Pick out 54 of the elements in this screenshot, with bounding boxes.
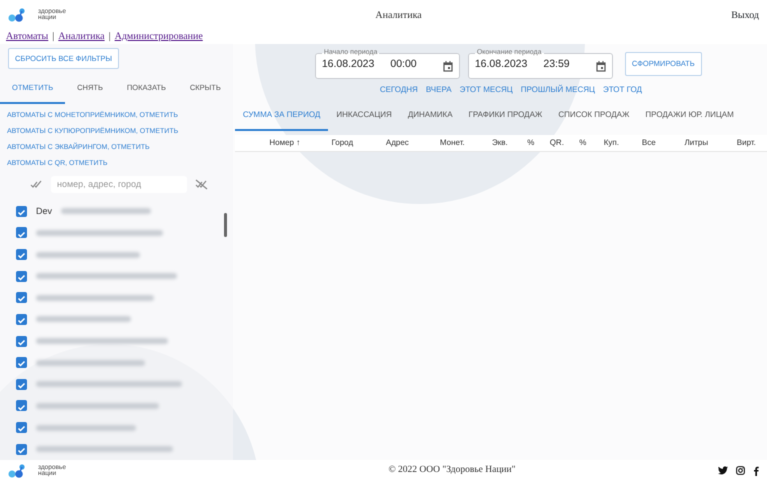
- facebook-icon[interactable]: [753, 466, 759, 476]
- time-value: 23:59: [543, 57, 570, 72]
- double-check-icon[interactable]: [30, 180, 43, 188]
- nav-link-item[interactable]: Аналитика: [58, 31, 105, 42]
- period-preset-link[interactable]: ПРОШЛЫЙ МЕСЯЦ: [520, 84, 595, 96]
- time-value: 00:00: [390, 57, 417, 72]
- checkbox[interactable]: [16, 336, 27, 347]
- column-header[interactable]: Монет.: [424, 136, 480, 149]
- column-header[interactable]: QR.: [542, 136, 572, 149]
- column-header[interactable]: Адрес: [370, 136, 425, 149]
- column-header[interactable]: Номер ↑: [234, 136, 315, 149]
- checkbox[interactable]: [16, 227, 27, 238]
- checkbox[interactable]: [16, 270, 27, 282]
- date-value: 16.08.2023: [474, 57, 528, 72]
- report-tab[interactable]: ДИНАМИКА: [400, 108, 461, 131]
- column-header[interactable]: Город: [314, 136, 370, 149]
- page-title: Аналитика: [375, 8, 422, 22]
- checkbox[interactable]: [16, 444, 27, 455]
- logout-link[interactable]: Выход: [731, 8, 759, 22]
- twitter-icon[interactable]: [718, 466, 728, 475]
- separator: |: [51, 31, 56, 42]
- report-tab[interactable]: СУММА ЗА ПЕРИОД: [234, 108, 328, 131]
- copyright-text: © 2022 ООО "Здоровье Нации": [388, 464, 516, 478]
- calendar-icon[interactable]: [596, 61, 606, 72]
- uncheck-all-icon[interactable]: [195, 178, 208, 190]
- column-header[interactable]: Вирт.: [724, 136, 767, 149]
- checkbox[interactable]: [16, 357, 27, 368]
- nav-link-item[interactable]: Автоматы: [6, 31, 48, 42]
- instagram-icon[interactable]: [736, 466, 745, 475]
- machine-label: Dev: [36, 204, 52, 218]
- period-preset-link[interactable]: ВЧЕРА: [426, 84, 452, 96]
- column-header[interactable]: Все: [628, 136, 669, 149]
- date-value: 16.08.2023: [322, 57, 374, 72]
- column-header[interactable]: %: [572, 136, 594, 149]
- column-header[interactable]: %: [520, 136, 542, 149]
- checkbox[interactable]: [16, 292, 27, 304]
- search-field[interactable]: номер, адрес, город: [51, 176, 187, 192]
- nav-link-item[interactable]: Администрирование: [114, 31, 203, 42]
- checkbox[interactable]: [16, 400, 27, 412]
- report-tab[interactable]: ГРАФИКИ ПРОДАЖ: [460, 108, 550, 131]
- checkbox[interactable]: [16, 422, 27, 434]
- report-tab[interactable]: ПРОДАЖИ ЮР. ЛИЦАМ: [637, 108, 742, 131]
- report-tab[interactable]: СПИСОК ПРОДАЖ: [550, 108, 638, 131]
- checkbox[interactable]: [16, 378, 27, 390]
- separator: |: [108, 31, 112, 42]
- checkbox[interactable]: [16, 249, 27, 260]
- checkbox[interactable]: [16, 206, 27, 217]
- column-header[interactable]: Экв.: [480, 136, 520, 149]
- period-preset-link[interactable]: ЭТОТ ГОД: [602, 84, 642, 96]
- column-header[interactable]: Литры: [668, 136, 724, 149]
- report-tab[interactable]: ИНКАССАЦИЯ: [328, 108, 400, 131]
- checkbox[interactable]: [16, 314, 27, 325]
- calendar-icon[interactable]: [442, 61, 453, 72]
- column-header[interactable]: Куп.: [594, 136, 629, 149]
